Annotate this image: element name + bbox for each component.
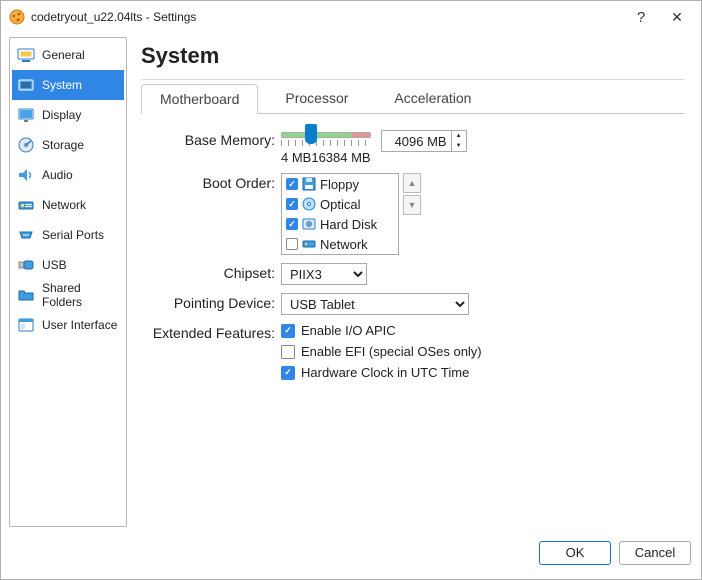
boot-move-up[interactable]: ▲ — [403, 173, 421, 193]
chipset-label: Chipset: — [141, 263, 281, 285]
general-icon — [16, 45, 36, 65]
cancel-button[interactable]: Cancel — [619, 541, 691, 565]
form: Base Memory: 4 MB 16384 MB — [141, 130, 685, 386]
base-memory-min: 4 MB — [281, 150, 311, 165]
check-efi[interactable] — [281, 345, 295, 359]
tab-motherboard[interactable]: Motherboard — [141, 84, 258, 114]
tab-acceleration[interactable]: Acceleration — [375, 83, 490, 113]
floppy-icon — [302, 177, 316, 191]
base-memory-label: Base Memory: — [141, 130, 281, 165]
boot-check-optical[interactable] — [286, 198, 298, 210]
boot-check-hard-disk[interactable] — [286, 218, 298, 230]
extended-features-label: Extended Features: — [141, 323, 281, 386]
boot-item-hard-disk[interactable]: Hard Disk — [282, 214, 398, 234]
main-panel: System Motherboard Processor Acceleratio… — [127, 37, 693, 527]
sidebar-item-usb[interactable]: USB — [12, 250, 124, 280]
chipset-select[interactable]: PIIX3 — [281, 263, 367, 285]
sidebar-item-general[interactable]: General — [12, 40, 124, 70]
check-io-apic[interactable] — [281, 324, 295, 338]
sidebar-item-network[interactable]: Network — [12, 190, 124, 220]
base-memory-input[interactable] — [381, 130, 451, 152]
network-boot-icon — [302, 237, 316, 251]
boot-item-optical[interactable]: Optical — [282, 194, 398, 214]
sidebar-item-storage[interactable]: Storage — [12, 130, 124, 160]
base-memory-slider[interactable]: 4 MB 16384 MB — [281, 130, 371, 165]
check-utc-clock[interactable] — [281, 366, 295, 380]
boot-move-down[interactable]: ▼ — [403, 195, 421, 215]
user-interface-icon — [16, 315, 36, 335]
tabs: Motherboard Processor Acceleration — [141, 84, 685, 114]
window-title: codetryout_u22.04lts - Settings — [31, 10, 623, 24]
divider — [141, 79, 685, 80]
hard-disk-icon — [302, 217, 316, 231]
base-memory-max: 16384 MB — [311, 150, 370, 165]
feature-utc-clock[interactable]: Hardware Clock in UTC Time — [281, 365, 685, 380]
tab-processor[interactable]: Processor — [266, 83, 367, 113]
audio-icon — [16, 165, 36, 185]
optical-icon — [302, 197, 316, 211]
usb-icon — [16, 255, 36, 275]
base-memory-spinner[interactable]: ▲▼ — [451, 130, 467, 152]
storage-icon — [16, 135, 36, 155]
app-icon — [9, 9, 25, 25]
feature-io-apic[interactable]: Enable I/O APIC — [281, 323, 685, 338]
footer: OK Cancel — [1, 535, 701, 571]
pointing-device-label: Pointing Device: — [141, 293, 281, 315]
sidebar-item-display[interactable]: Display — [12, 100, 124, 130]
display-icon — [16, 105, 36, 125]
boot-order-label: Boot Order: — [141, 173, 281, 255]
boot-check-floppy[interactable] — [286, 178, 298, 190]
boot-check-network[interactable] — [286, 238, 298, 250]
sidebar-item-system[interactable]: System — [12, 70, 124, 100]
boot-order-list[interactable]: Floppy Optical Hard Disk — [281, 173, 399, 255]
sidebar-item-audio[interactable]: Audio — [12, 160, 124, 190]
sidebar-item-user-interface[interactable]: User Interface — [12, 310, 124, 340]
serial-ports-icon — [16, 225, 36, 245]
slider-thumb[interactable] — [305, 124, 317, 144]
sidebar-item-serial-ports[interactable]: Serial Ports — [12, 220, 124, 250]
network-icon — [16, 195, 36, 215]
pointing-device-select[interactable]: USB Tablet — [281, 293, 469, 315]
shared-folders-icon — [16, 285, 36, 305]
close-button[interactable]: ✕ — [659, 9, 695, 26]
feature-efi[interactable]: Enable EFI (special OSes only) — [281, 344, 685, 359]
page-title: System — [141, 43, 685, 69]
boot-item-floppy[interactable]: Floppy — [282, 174, 398, 194]
sidebar: General System Display Storage Audio Net… — [9, 37, 127, 527]
boot-item-network[interactable]: Network — [282, 234, 398, 254]
help-button[interactable]: ? — [623, 9, 659, 26]
system-icon — [16, 75, 36, 95]
titlebar: codetryout_u22.04lts - Settings ? ✕ — [1, 1, 701, 33]
ok-button[interactable]: OK — [539, 541, 611, 565]
sidebar-item-shared-folders[interactable]: Shared Folders — [12, 280, 124, 310]
